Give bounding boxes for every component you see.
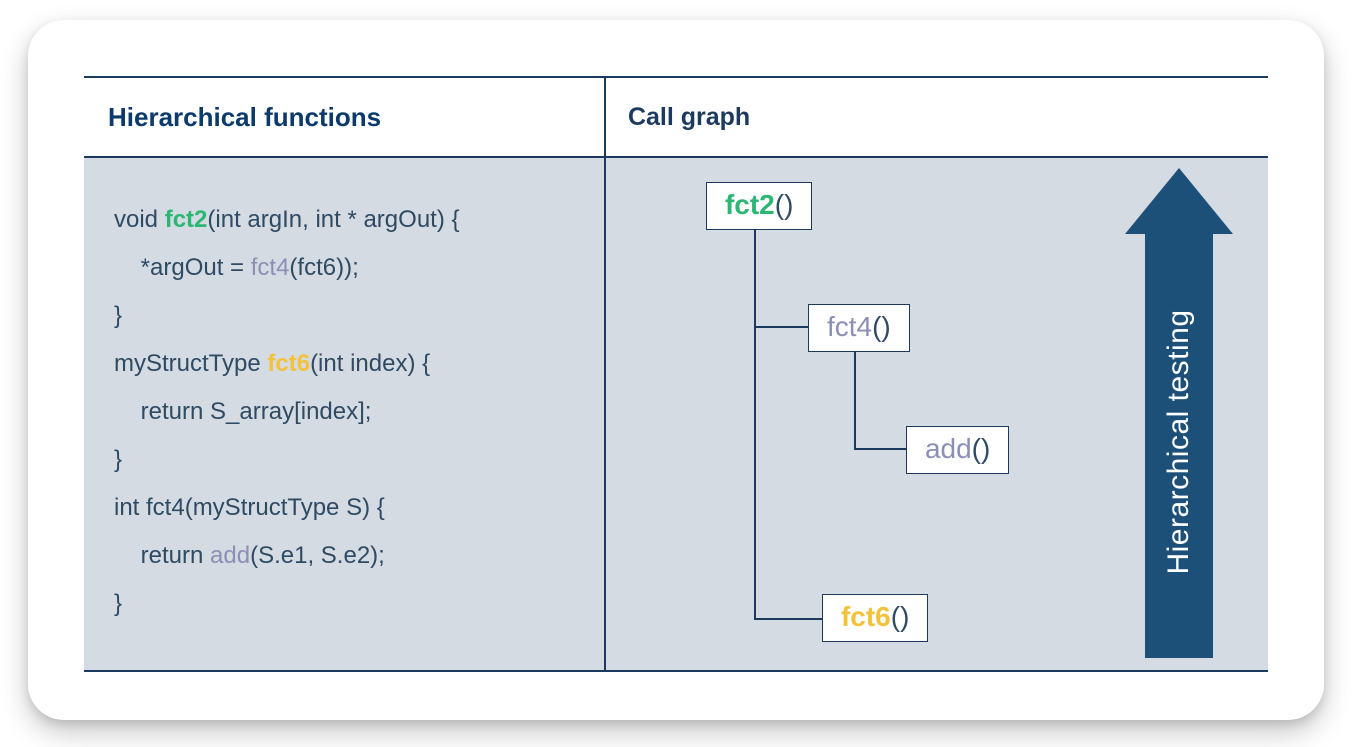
code-fn-add: add: [210, 542, 250, 569]
connector: [754, 618, 822, 620]
connector: [854, 352, 856, 450]
node-parens: (): [972, 433, 991, 464]
code-fn-fct2: fct2: [165, 206, 208, 233]
callgraph-pane: fct2() fct4() add() fct6() Hierarchical …: [605, 157, 1268, 671]
header-right-text: Call graph: [628, 103, 750, 131]
node-label: fct2: [725, 189, 775, 220]
code-token: return: [114, 542, 210, 569]
connector: [854, 448, 906, 450]
code-token: myStructType: [114, 350, 267, 377]
node-add: add(): [906, 426, 1009, 474]
node-fct4: fct4(): [808, 304, 910, 352]
code-fn-fct6: fct6: [267, 350, 310, 377]
code-token: void: [114, 206, 165, 233]
code-token: *argOut =: [114, 254, 251, 281]
code-token: (S.e1, S.e2);: [250, 542, 385, 569]
code-token: (int argIn, int * argOut) {: [207, 206, 459, 233]
code-token: (int index) {: [310, 350, 430, 377]
node-fct2: fct2(): [706, 182, 812, 230]
node-parens: (): [872, 311, 891, 342]
header-right: Call graph: [605, 77, 1268, 157]
connector: [754, 230, 756, 620]
code-pane: void fct2(int argIn, int * argOut) { *ar…: [84, 157, 605, 671]
header-left-text: Hierarchical functions: [108, 102, 381, 132]
code-token: }: [114, 590, 122, 617]
code-token: int fct4(myStructType S) {: [114, 494, 385, 521]
code-fn-fct4: fct4: [251, 254, 290, 281]
node-parens: (): [891, 601, 910, 632]
code-token: return S_array[index];: [114, 398, 371, 425]
arrow-head-icon: [1125, 168, 1233, 234]
hierarchical-testing-arrow: Hierarchical testing: [1134, 168, 1224, 658]
arrow-label: Hierarchical testing: [1162, 310, 1196, 575]
node-label: add: [925, 433, 972, 464]
code-token: (fct6));: [289, 254, 358, 281]
layout-table: Hierarchical functions Call graph void f…: [84, 76, 1268, 672]
node-label: fct4: [827, 311, 872, 342]
code-token: }: [114, 446, 122, 473]
header-left: Hierarchical functions: [84, 77, 605, 157]
node-fct6: fct6(): [822, 594, 928, 642]
diagram-card: Hierarchical functions Call graph void f…: [28, 20, 1324, 720]
code-token: }: [114, 302, 122, 329]
connector: [754, 326, 808, 328]
node-label: fct6: [841, 601, 891, 632]
code-block: void fct2(int argIn, int * argOut) { *ar…: [114, 196, 584, 628]
node-parens: (): [775, 189, 794, 220]
